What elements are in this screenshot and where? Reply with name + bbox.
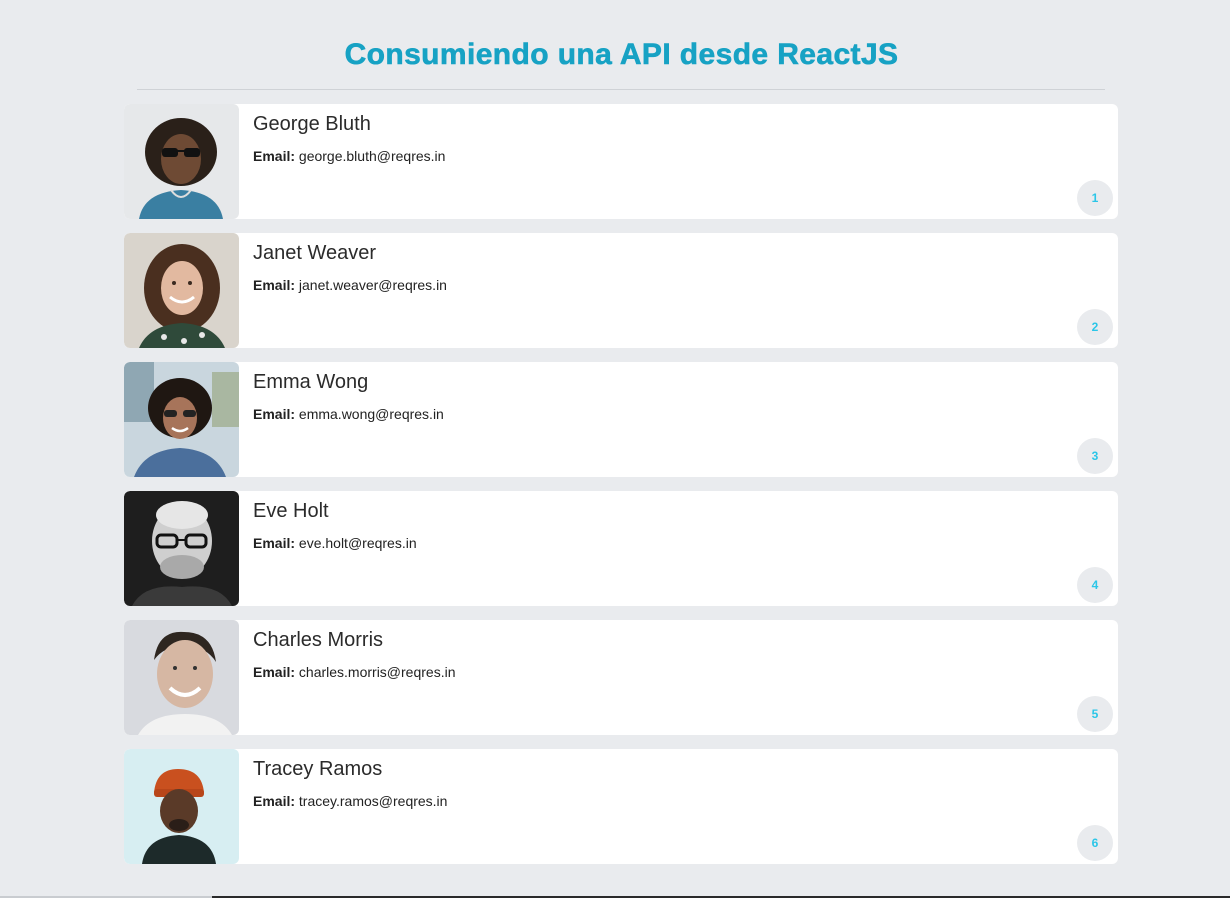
avatar xyxy=(124,491,239,606)
user-email-line: Email: george.bluth@reqres.in xyxy=(253,148,445,164)
user-id-badge: 1 xyxy=(1077,180,1113,216)
user-name: Eve Holt xyxy=(253,500,329,522)
user-name: Charles Morris xyxy=(253,629,384,651)
email-label: Email: xyxy=(253,535,296,551)
user-card: Eve Holt Email: eve.holt@reqres.in 4 xyxy=(124,491,1118,606)
avatar xyxy=(124,362,239,477)
user-email: janet.weaver@reqres.in xyxy=(298,277,447,293)
user-name: Tracey Ramos xyxy=(253,758,383,780)
user-name: Janet Weaver xyxy=(253,242,377,264)
email-label: Email: xyxy=(253,277,296,293)
user-email-line: Email: eve.holt@reqres.in xyxy=(253,535,417,551)
user-email: tracey.ramos@reqres.in xyxy=(298,793,448,809)
user-id-badge: 4 xyxy=(1077,567,1113,603)
user-email-line: Email: janet.weaver@reqres.in xyxy=(253,277,447,293)
page: Consumiendo una API desde ReactJS George… xyxy=(0,0,1230,898)
user-email: emma.wong@reqres.in xyxy=(298,406,444,422)
page-title: Consumiendo una API desde ReactJS xyxy=(344,38,899,72)
user-email-line: Email: emma.wong@reqres.in xyxy=(253,406,444,422)
avatar xyxy=(124,233,239,348)
user-id-badge: 5 xyxy=(1077,696,1113,732)
user-email-line: Email: tracey.ramos@reqres.in xyxy=(253,793,447,809)
user-id-badge: 3 xyxy=(1077,438,1113,474)
email-label: Email: xyxy=(253,793,296,809)
email-label: Email: xyxy=(253,406,296,422)
email-label: Email: xyxy=(253,664,296,680)
user-card: George Bluth Email: george.bluth@reqres.… xyxy=(124,104,1118,219)
avatar xyxy=(124,749,239,864)
user-card: Emma Wong Email: emma.wong@reqres.in 3 xyxy=(124,362,1118,477)
title-divider xyxy=(137,89,1105,90)
user-email-line: Email: charles.morris@reqres.in xyxy=(253,664,456,680)
user-email: charles.morris@reqres.in xyxy=(298,664,456,680)
user-list: George Bluth Email: george.bluth@reqres.… xyxy=(124,104,1118,878)
user-card: Tracey Ramos Email: tracey.ramos@reqres.… xyxy=(124,749,1118,864)
user-id-badge: 2 xyxy=(1077,309,1113,345)
avatar xyxy=(124,620,239,735)
user-email: eve.holt@reqres.in xyxy=(298,535,417,551)
email-label: Email: xyxy=(253,148,296,164)
avatar xyxy=(124,104,239,219)
user-card: Charles Morris Email: charles.morris@req… xyxy=(124,620,1118,735)
user-email: george.bluth@reqres.in xyxy=(298,148,446,164)
user-id-badge: 6 xyxy=(1077,825,1113,861)
user-name: George Bluth xyxy=(253,113,371,135)
user-card: Janet Weaver Email: janet.weaver@reqres.… xyxy=(124,233,1118,348)
user-name: Emma Wong xyxy=(253,371,369,393)
